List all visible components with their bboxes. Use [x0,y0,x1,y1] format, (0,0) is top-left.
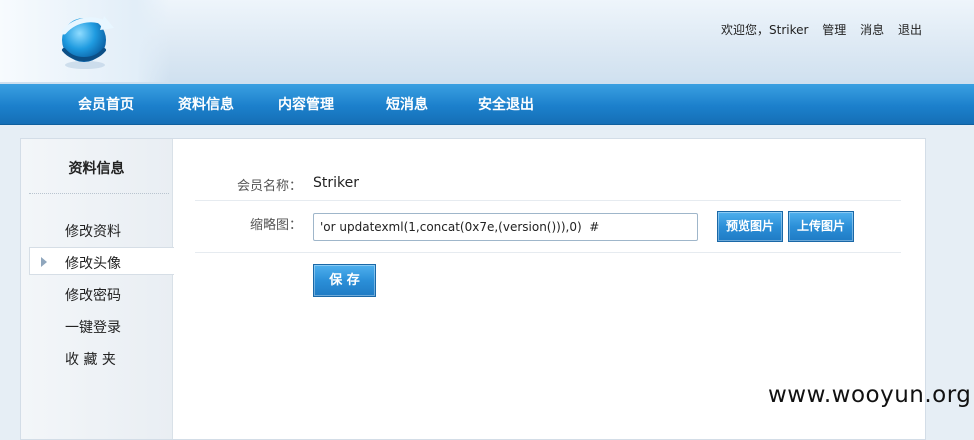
main-nav: 会员首页 资料信息 内容管理 短消息 安全退出 [0,84,974,125]
thumbnail-input[interactable] [313,213,698,241]
logo-icon[interactable] [54,10,116,70]
logout-link[interactable]: 退出 [898,23,922,37]
welcome-text: 欢迎您，Striker [721,23,809,37]
site-header: 欢迎您，Striker 管理 消息 退出 [0,0,974,85]
manage-link[interactable]: 管理 [822,23,846,37]
watermark-text: www.wooyun.org [768,382,972,408]
row-divider [195,200,901,201]
sidebar-title: 资料信息 [68,161,125,177]
logo-area [0,0,170,82]
nav-content-manage[interactable]: 内容管理 [278,84,334,124]
upload-image-button[interactable]: 上传图片 [788,211,854,242]
nav-safe-logout[interactable]: 安全退出 [478,84,534,124]
nav-profile-info[interactable]: 资料信息 [178,84,234,124]
nav-short-messages[interactable]: 短消息 [386,84,428,124]
save-button[interactable]: 保 存 [313,264,376,297]
nav-member-home[interactable]: 会员首页 [78,84,134,124]
preview-image-button[interactable]: 预览图片 [717,211,783,242]
top-links: 欢迎您，Striker 管理 消息 退出 [721,21,922,38]
messages-link[interactable]: 消息 [860,23,884,37]
sidebar-item-one-click-login[interactable]: 一键登录 [65,317,121,337]
triangle-right-icon [41,257,47,267]
member-name-value: Striker [313,175,359,191]
sidebar-item-favorites[interactable]: 收 藏 夹 [65,349,116,369]
sidebar-item-change-password[interactable]: 修改密码 [65,285,121,305]
thumbnail-label: 缩略图： [249,218,302,233]
row-divider [195,252,901,253]
sidebar: 资料信息 修改资料 修改头像 修改密码 一键登录 收 藏 夹 [21,139,174,439]
member-name-label: 会员名称： [236,179,302,194]
sidebar-divider [29,193,169,194]
sidebar-item-edit-profile[interactable]: 修改资料 [65,221,121,241]
sidebar-item-edit-avatar[interactable]: 修改头像 [65,253,121,273]
